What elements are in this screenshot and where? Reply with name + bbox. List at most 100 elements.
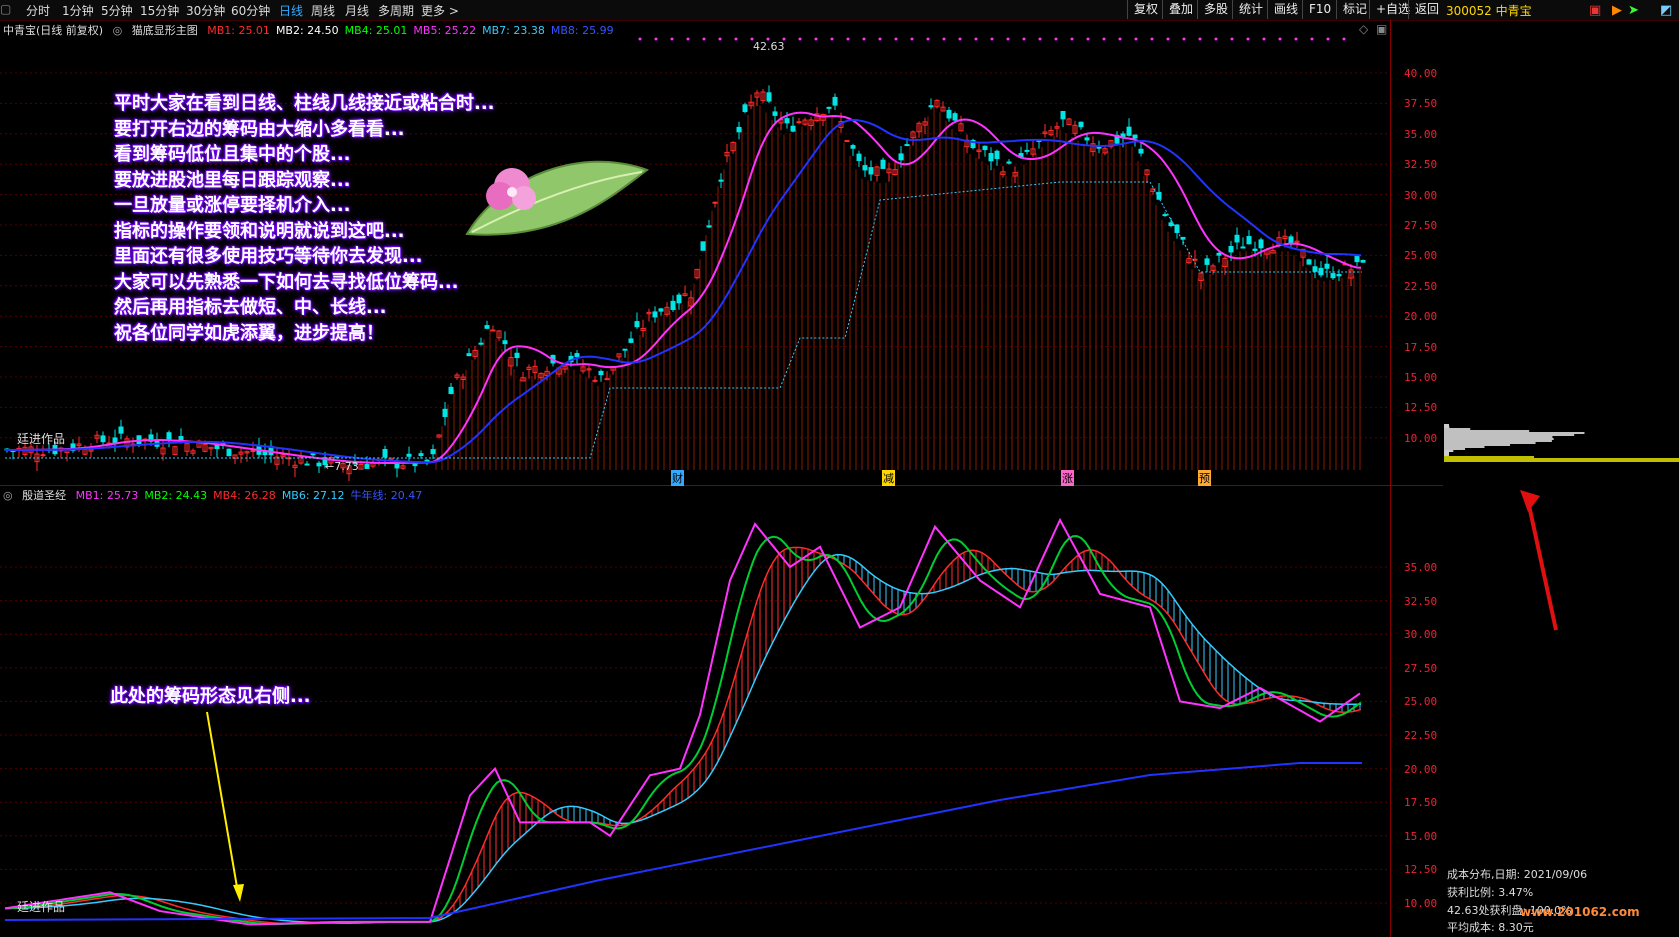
y-tick: 32.50 [1404,158,1438,172]
chip-avg-cost: 平均成本: 8.30元 [1447,921,1534,934]
annotation-line: 平时大家在看到日线、柱线几线接近或粘合时... [114,93,495,114]
candle [1006,161,1012,164]
candle [652,311,658,318]
annotation-line: 要放进股池里每日跟踪观察... [114,169,351,191]
main-author-label: 廷进作品 [17,432,66,446]
event-marker[interactable]: 财 [671,470,684,486]
candle [1162,214,1168,217]
dot-marker [830,37,834,41]
dot-marker [638,37,642,41]
dot-marker [1262,37,1266,41]
candle [382,448,388,458]
dot-marker [1182,37,1186,41]
leaf-flower-image [465,160,650,236]
candle [850,145,856,149]
y-tick: 35.00 [1404,127,1438,141]
candle [502,340,508,345]
event-marker[interactable]: 涨 [1061,470,1074,486]
annotation-line: 然后再用指标去做短、中、长线... [114,297,387,318]
chip-date: 成本分布,日期: 2021/09/06 [1447,868,1588,881]
dot-marker [1118,37,1122,41]
candle [364,464,370,469]
dot-marker [1230,37,1234,41]
candle [868,167,874,175]
candle [1354,256,1360,263]
candle [442,408,448,417]
site-watermark: www.201062.com [1520,905,1640,919]
dot-marker [1150,37,1154,41]
candle [1252,248,1258,251]
red-arrow-head [1520,490,1540,512]
candle [466,353,472,357]
y-tick: 20.00 [1404,762,1438,776]
candle [250,450,256,453]
candle [112,437,118,443]
candle [658,308,664,312]
annotation-line: 祝各位同学如虎添翼，进步提高！ [114,322,384,344]
candle [424,459,430,462]
candle [40,454,46,457]
dot-marker [1070,37,1074,41]
candle [592,379,598,382]
candle [1204,258,1210,265]
dot-marker [926,37,930,41]
y-tick: 37.50 [1404,97,1438,111]
candle [946,109,952,119]
low-price-label: ←7.73 [325,460,359,473]
y-tick: 15.00 [1404,829,1438,843]
dot-marker [814,37,818,41]
candle [700,241,706,251]
y-tick: 17.50 [1404,796,1438,810]
y-tick: 17.50 [1404,340,1438,354]
annotation-line: 要打开右边的筹码由大缩小多看看... [114,118,405,140]
candle [1168,222,1174,227]
candle [1216,252,1222,256]
dot-marker [846,37,850,41]
dot-marker [1342,37,1346,41]
candle [406,453,412,457]
candle [412,463,418,467]
dot-marker [1246,37,1250,41]
dot-marker [1102,37,1106,41]
candle [100,435,106,443]
candle [790,125,796,132]
event-marker[interactable]: 减 [882,470,895,486]
dot-marker [1278,37,1282,41]
y-tick: 12.50 [1404,401,1438,415]
candle [832,96,838,106]
dot-marker [1038,37,1042,41]
candle [670,300,676,311]
candle [1330,273,1336,279]
candle [928,105,934,108]
candle [604,378,610,381]
y-tick: 27.50 [1404,661,1438,675]
red-arrow [1525,495,1558,631]
dot-marker [734,37,738,41]
dot-marker [862,37,866,41]
y-tick: 30.00 [1404,188,1438,202]
dot-marker [1214,37,1218,41]
candle [1078,121,1084,128]
candle [706,225,712,228]
annotation-line: 看到筹码低位且集中的个股... [114,144,351,165]
candle [514,352,520,359]
dot-marker [1166,37,1170,41]
candle [904,144,910,147]
candle [1336,273,1342,277]
candle [628,338,634,343]
y-tick: 12.50 [1404,863,1438,877]
event-marker[interactable]: 预 [1198,470,1211,486]
annotation-line: 里面还有很多使用技巧等待你去发现... [114,246,423,267]
dot-marker [1134,37,1138,41]
annotation-line: 指标的操作要领和说明就说到这吧... [114,220,405,242]
candle [1258,239,1264,249]
dot-marker [878,37,882,41]
candle [1288,236,1294,244]
sub-author-label: 廷进作品 [17,900,66,914]
candle [166,432,172,440]
candle [994,150,1000,160]
candle [988,152,994,162]
candle [1126,126,1132,136]
dot-marker [990,37,994,41]
annotation-block: 平时大家在看到日线、柱线几线接近或粘合时... 要打开右边的筹码由大缩小多看看..… [114,91,495,346]
